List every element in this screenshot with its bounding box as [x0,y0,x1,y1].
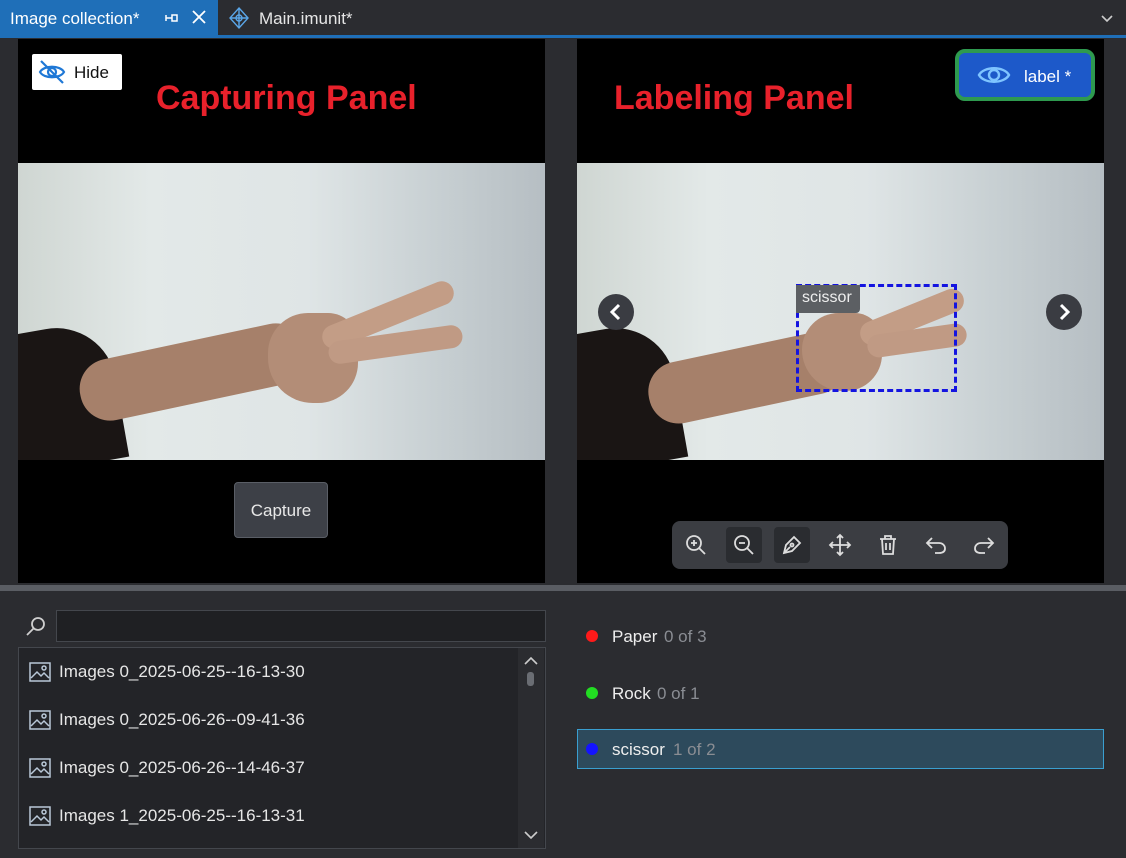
trash-icon [880,535,896,555]
class-count: 0 of 3 [664,627,707,646]
image-icon [29,806,51,831]
delete-button[interactable] [870,527,906,563]
close-icon[interactable] [191,9,207,30]
class-row-rock[interactable]: Rock 0 of 1 [577,673,1104,713]
class-name: scissor [612,740,665,759]
tab-main-imunit[interactable]: Main.imunit* [222,0,372,36]
label-button[interactable]: label * [955,49,1095,101]
move-icon [828,533,852,557]
scrollbar[interactable] [518,648,544,848]
class-color-dot [586,630,598,642]
list-item-label: Images 0_2025-06-26--09-41-36 [59,710,305,729]
pen-icon [782,535,802,555]
label-button-text: label * [1024,67,1072,86]
chevron-down-icon[interactable] [523,828,539,846]
capture-button[interactable]: Capture [234,482,328,538]
prev-image-button[interactable] [598,294,634,330]
tab-label: Image collection* [10,9,140,28]
panel-title: Capturing Panel [156,79,417,117]
draw-button[interactable] [774,527,810,563]
list-item-label: Images 1_2025-06-25--16-13-31 [59,806,305,825]
list-item[interactable]: Images 1_2025-06-25--16-13-31 [19,792,519,840]
hide-label: Hide [74,63,109,82]
class-row-scissor[interactable]: scissor 1 of 2 [577,729,1104,769]
zoom-in-icon [686,535,706,555]
zoom-in-button[interactable] [678,527,714,563]
image-icon [29,758,51,783]
scroll-thumb[interactable] [527,672,534,686]
pin-icon[interactable] [163,10,179,31]
search-icon [24,614,48,643]
move-button[interactable] [822,527,858,563]
annotation-toolbar [672,521,1008,569]
eye-off-icon [37,58,67,91]
eye-icon [977,62,1011,93]
zoom-out-button[interactable] [726,527,762,563]
panel-title: Labeling Panel [614,79,854,117]
list-item-label: Images 0_2025-06-26--14-46-37 [59,758,305,777]
chevron-down-icon[interactable] [1100,12,1114,31]
class-color-dot [586,743,598,755]
search-input[interactable] [56,610,546,642]
class-count: 0 of 1 [657,684,700,703]
network-icon [227,6,251,35]
list-item[interactable]: Images 0_2025-06-25--16-13-30 [19,648,519,696]
next-image-button[interactable] [1046,294,1082,330]
camera-feed [18,163,545,460]
image-icon [29,710,51,735]
tab-bar: Image collection* Main.imunit* [0,0,1126,38]
undo-button[interactable] [918,527,954,563]
splitter[interactable] [0,585,1126,591]
list-item-label: Images 0_2025-06-25--16-13-30 [59,662,305,681]
tab-image-collection[interactable]: Image collection* [0,0,218,36]
image-list: Images 0_2025-06-25--16-13-30 Images 0_2… [18,647,546,849]
chevron-left-icon [609,303,621,321]
zoom-out-icon [734,535,754,555]
class-name: Paper [612,627,658,646]
list-item[interactable]: Images 0_2025-06-26--14-46-37 [19,744,519,792]
redo-icon [974,537,995,554]
hide-button[interactable]: Hide [32,54,122,90]
list-item[interactable]: Images 0_2025-06-26--09-41-36 [19,696,519,744]
bounding-box-label: scissor [796,285,860,313]
class-color-dot [586,687,598,699]
image-icon [29,662,51,687]
class-name: Rock [612,684,651,703]
chevron-up-icon[interactable] [523,654,539,672]
class-count: 1 of 2 [673,740,716,759]
redo-button[interactable] [966,527,1002,563]
undo-icon [925,537,946,554]
chevron-right-icon [1059,303,1071,321]
class-row-paper[interactable]: Paper 0 of 3 [577,616,1104,656]
tab-label: Main.imunit* [259,9,353,28]
